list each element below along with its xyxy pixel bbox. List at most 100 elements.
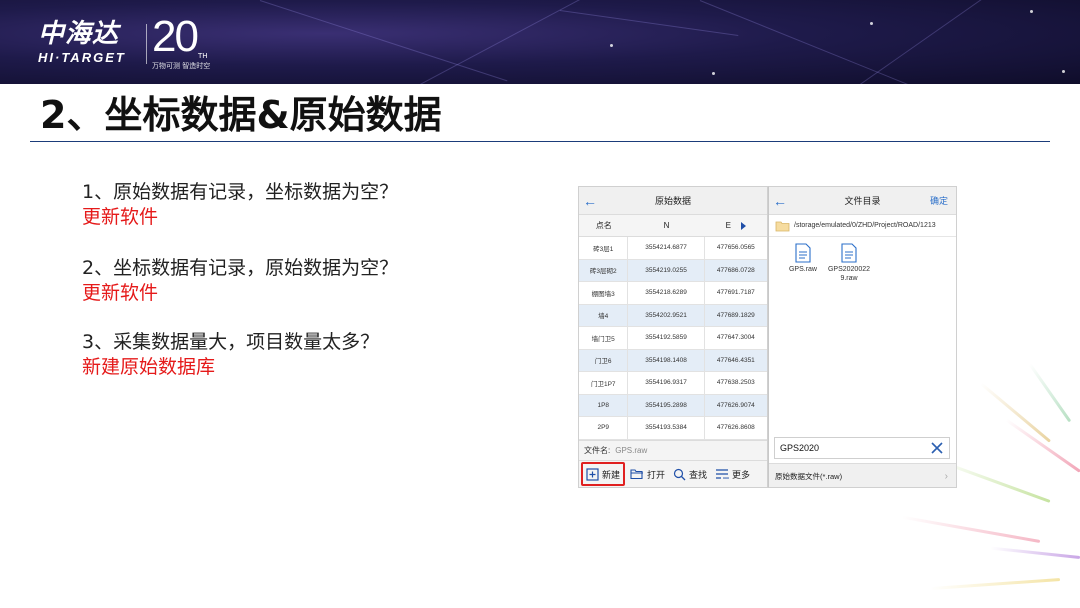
page-title: 2、坐标数据&原始数据 (40, 93, 442, 137)
column-header-e-label: E (725, 221, 731, 230)
cell-e: 477686.0728 (716, 266, 755, 274)
new-button-label: 新建 (602, 469, 621, 480)
table-row[interactable]: 棚图墙3 3554218.6289 477691.7187 (579, 282, 767, 305)
answer-text: 新建原始数据库 (82, 356, 216, 378)
logo-english-text: HI·TARGET (38, 50, 126, 65)
confirm-button[interactable]: 确定 (930, 194, 948, 207)
qa-item-1: 1、原始数据有记录，坐标数据为空？ 更新软件 (82, 180, 398, 230)
cell-e: 477689.1829 (716, 311, 755, 319)
answer-text: 更新软件 (82, 282, 159, 304)
cell-point-name: 2P9 (579, 417, 629, 439)
open-button[interactable]: 打开 (627, 462, 668, 486)
scroll-right-icon[interactable] (741, 221, 746, 230)
table-row[interactable]: 2P9 3554193.5384 477626.8608 (579, 417, 767, 440)
header-banner: 中海达 HI·TARGET 20 TH 万物可测 智造时空 (0, 0, 1080, 84)
raw-data-screen: ← 原始数据 点名 N E 砖3层1 3554214.6877 477656.0… (578, 186, 768, 488)
cell-n: 3554198.1408 (628, 349, 705, 371)
back-arrow-icon[interactable]: ← (769, 193, 791, 209)
filename-value: GPS.raw (615, 445, 648, 455)
file-name: GPS.raw (788, 266, 817, 273)
filename-row: 文件名: GPS.raw (579, 439, 767, 460)
new-button[interactable]: 新建 (581, 462, 626, 486)
table-header: 点名 N E (579, 215, 767, 237)
file-type-selector[interactable]: 原始数据文件(*.raw) › (769, 463, 956, 487)
cell-point-name: 1P8 (579, 394, 629, 416)
more-list-icon (716, 469, 729, 479)
logo-divider (146, 24, 147, 64)
file-directory-title: 文件目录 (844, 196, 881, 206)
cell-point-name: 砖3层砌2 (579, 259, 629, 281)
title-divider (30, 141, 1050, 142)
raw-data-toolbar: 新建 打开 查找 更多 (579, 459, 767, 487)
column-header-e[interactable]: E (705, 221, 767, 230)
file-item[interactable]: GPS.raw (781, 243, 825, 283)
table-row[interactable]: 墙门卫5 3554192.5859 477647.3004 (579, 327, 767, 350)
cell-n: 3554192.5859 (628, 327, 705, 349)
table-row[interactable]: 门卫1P7 3554196.9317 477638.2503 (579, 372, 767, 395)
folder-open-icon (630, 469, 644, 480)
cell-e: 477691.7187 (716, 289, 755, 297)
qa-item-2: 2、坐标数据有记录，原始数据为空？ 更新软件 (82, 256, 398, 306)
column-header-name: 点名 (595, 221, 612, 230)
cell-point-name: 砖3层1 (579, 237, 629, 259)
file-directory-screen: ← 文件目录 确定 /storage/emulated/0/ZHD/Projec… (768, 186, 957, 488)
column-header-n: N (663, 221, 670, 230)
cell-e: 477626.8608 (716, 424, 755, 432)
cell-point-name: 门卫1P7 (579, 372, 629, 394)
directory-path-row[interactable]: /storage/emulated/0/ZHD/Project/ROAD/121… (769, 215, 956, 237)
directory-path: /storage/emulated/0/ZHD/Project/ROAD/121… (794, 222, 936, 229)
cell-n: 3554218.6289 (628, 282, 705, 304)
table-row[interactable]: 砖3层砌2 3554219.0255 477686.0728 (579, 259, 767, 282)
company-logo: 中海达 HI·TARGET (38, 20, 126, 65)
search-button[interactable]: 查找 (670, 462, 710, 486)
question-text: 1、原始数据有记录，坐标数据为空？ (82, 181, 399, 203)
chevron-right-icon: › (944, 471, 948, 482)
cell-point-name: 墙4 (579, 304, 629, 326)
raw-data-title: 原始数据 (654, 196, 691, 206)
cell-point-name: 门卫6 (579, 349, 629, 371)
search-button-label: 查找 (689, 469, 708, 480)
file-item[interactable]: GPS20200229.raw (827, 243, 871, 283)
clear-icon[interactable] (929, 440, 945, 456)
cell-n: 3554193.5384 (628, 417, 705, 439)
question-text: 2、坐标数据有记录，原始数据为空？ (82, 257, 399, 279)
anniversary-suffix: TH (198, 52, 208, 60)
table-row[interactable]: 砖3层1 3554214.6877 477656.0565 (579, 237, 767, 260)
file-directory-topbar: ← 文件目录 确定 (769, 187, 956, 215)
cell-e: 477638.2503 (716, 379, 755, 387)
cell-n: 3554219.0255 (628, 259, 705, 281)
file-icon (841, 243, 857, 263)
cell-n: 3554196.9317 (628, 372, 705, 394)
table-row[interactable]: 1P8 3554195.2898 477626.9074 (579, 394, 767, 417)
answer-text: 更新软件 (82, 206, 159, 228)
cell-e: 477647.3004 (716, 334, 755, 342)
file-type-label: 原始数据文件(*.raw) (775, 472, 843, 481)
table-row[interactable]: 墙4 3554202.9521 477689.1829 (579, 304, 767, 327)
file-icon (795, 243, 811, 263)
cell-e: 477626.9074 (716, 401, 755, 409)
cell-e: 477656.0565 (716, 244, 755, 252)
cell-n: 3554202.9521 (628, 304, 705, 326)
logo-chinese-text: 中海达 (38, 19, 120, 49)
filename-input-value: GPS2020 (780, 443, 820, 453)
more-button-label: 更多 (732, 469, 751, 480)
open-button-label: 打开 (647, 469, 666, 480)
file-list: GPS.raw GPS20200229.raw (769, 237, 956, 283)
file-name: GPS20200229.raw (827, 266, 871, 282)
filename-label: 文件名: (584, 445, 611, 455)
filename-input[interactable]: GPS2020 (774, 437, 950, 459)
back-arrow-icon[interactable]: ← (579, 193, 601, 209)
raw-data-topbar: ← 原始数据 (579, 187, 767, 215)
cell-point-name: 墙门卫5 (579, 327, 629, 349)
more-button[interactable]: 更多 (712, 462, 753, 486)
question-text: 3、采集数据量大，项目数量太多？ (82, 331, 380, 353)
folder-icon (775, 221, 790, 231)
cell-point-name: 棚图墙3 (579, 282, 629, 304)
qa-item-3: 3、采集数据量大，项目数量太多？ 新建原始数据库 (82, 330, 379, 380)
search-icon (673, 468, 686, 480)
anniversary-badge: 20 TH 万物可测 智造时空 (152, 14, 210, 71)
anniversary-slogan: 万物可测 智造时空 (152, 62, 211, 70)
add-square-icon (586, 467, 599, 481)
table-row[interactable]: 门卫6 3554198.1408 477646.4351 (579, 349, 767, 372)
cell-n: 3554195.2898 (628, 394, 705, 416)
